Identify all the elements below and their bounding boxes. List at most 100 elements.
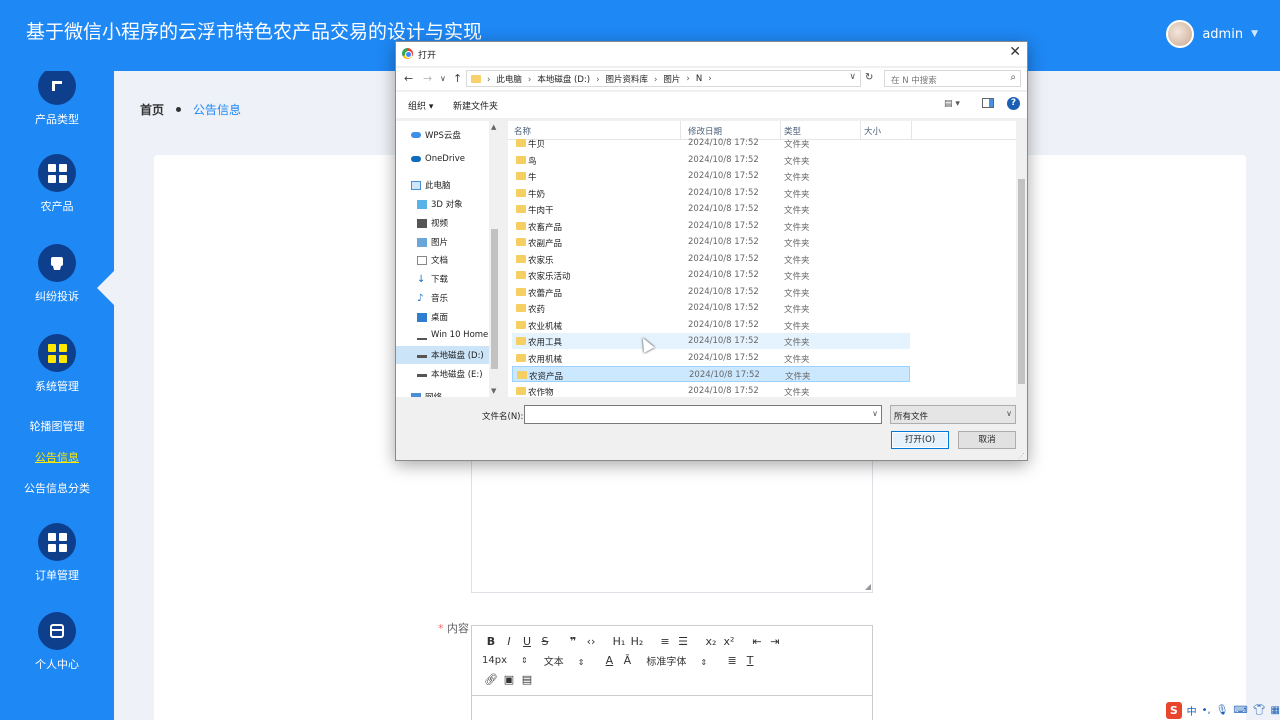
background-color-icon[interactable]: Ā	[618, 654, 636, 667]
file-row[interactable]: 农家乐活动 2024/10/8 17:52 文件夹	[512, 267, 910, 283]
user-menu[interactable]: admin ▼	[1166, 20, 1258, 48]
filetype-select[interactable]: 所有文件 ∨	[890, 405, 1016, 424]
apps-icon[interactable]: ▦	[1271, 705, 1280, 716]
image-icon[interactable]: ▣	[500, 673, 518, 686]
keyboard-icon[interactable]: ⌨︎	[1233, 705, 1247, 716]
punctuation-icon[interactable]: •,	[1202, 705, 1211, 716]
path-segment[interactable]: 图片资料库	[596, 73, 648, 85]
file-row[interactable]: 农作物 2024/10/8 17:52 文件夹	[512, 383, 910, 397]
close-icon[interactable]: ✕	[1009, 44, 1021, 60]
file-row[interactable]: 鸟 2024/10/8 17:52 文件夹	[512, 152, 910, 168]
scroll-thumb[interactable]	[491, 229, 498, 369]
tree-item-music[interactable]: ♪ 音乐	[417, 292, 448, 304]
ime-language[interactable]: 中	[1187, 703, 1197, 718]
strike-button[interactable]: S	[536, 635, 554, 648]
file-row[interactable]: 农副产品 2024/10/8 17:52 文件夹	[512, 234, 910, 250]
sidebar-item-system[interactable]: 系统管理	[0, 334, 114, 394]
back-arrow-icon[interactable]: ←	[404, 72, 413, 85]
file-row[interactable]: 农用机械 2024/10/8 17:52 文件夹	[512, 350, 910, 366]
bold-button[interactable]: B	[482, 635, 500, 648]
file-row[interactable]: 农畜产品 2024/10/8 17:52 文件夹	[512, 218, 910, 234]
bullet-list-icon[interactable]: ☰	[674, 635, 692, 648]
textarea-field[interactable]: ◢	[471, 455, 873, 593]
sogou-ime-icon[interactable]: S	[1166, 702, 1182, 719]
tree-item-wps[interactable]: WPS云盘	[411, 129, 461, 141]
sidebar-subitem-notice-category[interactable]: 公告信息分类	[0, 480, 114, 496]
forward-arrow-icon[interactable]: →	[423, 72, 432, 85]
breadcrumb-home[interactable]: 首页	[140, 101, 164, 118]
file-row[interactable]: 农蕾产品 2024/10/8 17:52 文件夹	[512, 284, 910, 300]
code-icon[interactable]: ‹›	[582, 635, 600, 648]
username[interactable]: admin	[1202, 27, 1243, 42]
underline-button[interactable]: U	[518, 635, 536, 648]
path-expand[interactable]	[708, 74, 717, 84]
font-family-select[interactable]: 标准字体 ⇕	[646, 653, 707, 668]
file-row[interactable]: 牛贝 2024/10/8 17:52 文件夹	[512, 135, 910, 151]
chevron-down-icon[interactable]: ▼	[1251, 29, 1258, 39]
tree-item-videos[interactable]: 视频	[417, 217, 448, 229]
sidebar-subitem-carousel[interactable]: 轮播图管理	[0, 418, 114, 434]
path-segment[interactable]: 本地磁盘 (D:)	[528, 73, 590, 85]
chevron-down-icon[interactable]: ∨	[849, 72, 856, 82]
video-icon[interactable]: ▤	[518, 673, 536, 686]
file-row[interactable]: 农用工具 2024/10/8 17:52 文件夹	[512, 333, 910, 349]
sidebar-item-orders[interactable]: 订单管理	[0, 523, 114, 583]
sidebar-subitem-notices[interactable]: 公告信息	[0, 449, 114, 465]
new-folder-button[interactable]: 新建文件夹	[453, 99, 498, 112]
chevron-down-icon[interactable]: ∨	[872, 409, 878, 418]
resize-handle-icon[interactable]: ◢	[865, 582, 871, 591]
tree-item-desktop[interactable]: 桌面	[417, 311, 448, 323]
tree-item-drive-e[interactable]: 本地磁盘 (E:)	[417, 368, 483, 380]
tree-item-pictures[interactable]: 图片	[417, 236, 448, 248]
tree-item-onedrive[interactable]: OneDrive	[411, 154, 465, 164]
tree-item-downloads[interactable]: ↓ 下载	[417, 273, 448, 285]
search-icon[interactable]: ⌕	[1010, 72, 1016, 83]
outdent-icon[interactable]: ⇤	[748, 635, 766, 648]
sidebar-item-produce[interactable]: 农产品	[0, 154, 114, 214]
scroll-down-icon[interactable]: ▼	[491, 387, 496, 395]
address-bar[interactable]: 此电脑 本地磁盘 (D:) 图片资料库 图片 N ∨	[466, 70, 861, 87]
recent-chevron-icon[interactable]: ∨	[440, 74, 446, 83]
sidebar-item-complaints[interactable]: 纠纷投诉	[0, 244, 114, 304]
scroll-up-icon[interactable]: ▲	[491, 123, 496, 131]
tree-item-documents[interactable]: 文档	[417, 254, 448, 266]
cancel-button[interactable]: 取消	[958, 431, 1016, 449]
sidebar-item-product-type[interactable]: 产品类型	[0, 71, 114, 127]
refresh-icon[interactable]: ↻	[865, 72, 873, 83]
nav-scrollbar[interactable]: ▲ ▼	[489, 121, 500, 397]
font-size-select[interactable]: 14px ⇕	[482, 655, 528, 666]
up-arrow-icon[interactable]: ↑	[453, 72, 462, 85]
subscript-button[interactable]: x₂	[702, 635, 720, 648]
file-row[interactable]: 农药 2024/10/8 17:52 文件夹	[512, 300, 910, 316]
quote-icon[interactable]: ❞	[564, 635, 582, 648]
rich-text-editor[interactable]: B I U S ❞ ‹› H₁ H₂ ≡ ☰ x₂ x² ⇤ ⇥ 14px ⇕ 文…	[471, 625, 873, 720]
resize-grip-icon[interactable]: ⋰	[1018, 452, 1025, 460]
file-row[interactable]: 农资产品 2024/10/8 17:52 文件夹	[512, 366, 910, 382]
path-segment[interactable]: 图片	[654, 73, 680, 85]
search-input[interactable]: 在 N 中搜索 ⌕	[884, 70, 1021, 87]
tree-item-3d[interactable]: 3D 对象	[417, 198, 463, 210]
indent-icon[interactable]: ⇥	[766, 635, 784, 648]
clear-format-icon[interactable]: T	[741, 654, 759, 667]
block-type-select[interactable]: 文本 ⇕	[544, 653, 585, 668]
file-row[interactable]: 农家乐 2024/10/8 17:52 文件夹	[512, 251, 910, 267]
avatar[interactable]	[1166, 20, 1195, 48]
list-scrollbar[interactable]	[1016, 121, 1027, 397]
help-icon[interactable]: ?	[1007, 97, 1020, 110]
tree-item-this-pc[interactable]: 此电脑	[411, 179, 451, 191]
skin-icon[interactable]: 👕︎	[1253, 705, 1266, 716]
tree-item-win10[interactable]: Win 10 Home	[417, 330, 488, 340]
font-color-icon[interactable]: A	[600, 654, 618, 667]
tree-item-drive-d[interactable]: 本地磁盘 (D:)	[396, 346, 489, 364]
file-row[interactable]: 牛 2024/10/8 17:52 文件夹	[512, 168, 910, 184]
file-row[interactable]: 牛奶 2024/10/8 17:52 文件夹	[512, 185, 910, 201]
preview-pane-icon[interactable]	[982, 98, 994, 108]
heading2-button[interactable]: H₂	[628, 635, 646, 648]
path-segment[interactable]: N	[686, 74, 702, 84]
link-icon[interactable]: 🔗︎	[482, 673, 500, 686]
ordered-list-icon[interactable]: ≡	[656, 635, 674, 648]
scroll-thumb[interactable]	[1018, 179, 1025, 384]
microphone-icon[interactable]: 🎙︎	[1216, 705, 1229, 716]
sidebar-item-profile[interactable]: 个人中心	[0, 612, 114, 672]
filename-input[interactable]: ∨	[524, 405, 882, 424]
